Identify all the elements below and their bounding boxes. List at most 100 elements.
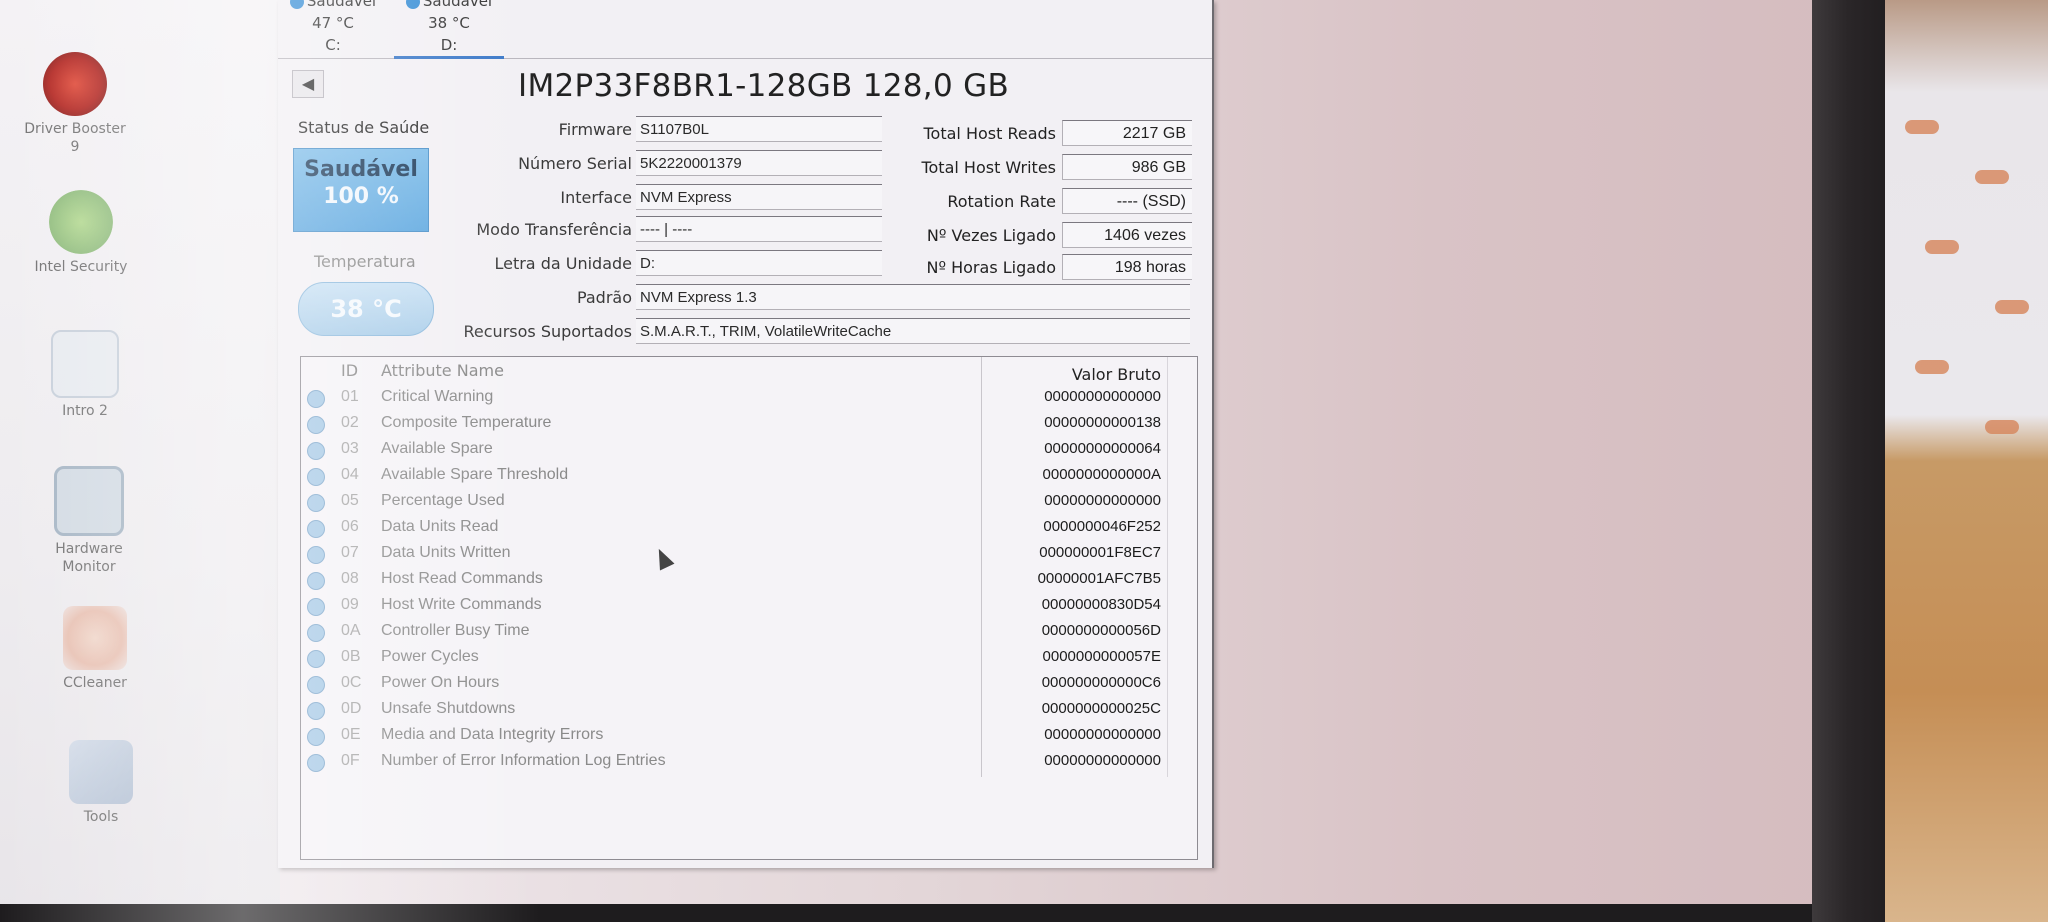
table-row[interactable]: 0C Power On Hours 000000000000C6 — [301, 671, 1167, 697]
table-row[interactable]: 03 Available Spare 00000000000064 — [301, 437, 1167, 463]
desktop-icon-label: Intel Security — [34, 259, 128, 275]
table-row[interactable]: 0E Media and Data Integrity Errors 0000000… — [301, 723, 1167, 749]
desktop-icon-label: Driver Booster 9 — [24, 121, 126, 155]
row-name: Host Write Commands — [381, 596, 542, 613]
row-name: Data Units Written — [381, 544, 511, 561]
taskbar-edge — [0, 904, 1812, 922]
row-raw: 00000000830D54 — [1041, 596, 1161, 613]
table-row[interactable]: 0B Power Cycles 0000000000057E — [301, 645, 1167, 671]
drive-letter-label: Letra da Unidade — [494, 254, 632, 273]
row-name: Available Spare Threshold — [381, 466, 569, 483]
tools-icon — [69, 740, 133, 804]
row-raw: 0000000000056D — [1041, 622, 1161, 639]
table-row[interactable]: 04 Available Spare Threshold 0000000000000… — [301, 463, 1167, 489]
driver-booster-icon — [43, 52, 107, 116]
table-row[interactable]: 02 Composite Temperature 00000000000138 — [301, 411, 1167, 437]
row-name: Number of Error Information Log Entries — [381, 752, 666, 769]
table-row[interactable]: 06 Data Units Read 0000000046F252 — [301, 515, 1167, 541]
row-raw: 0000000000025C — [1041, 700, 1161, 717]
status-dot-icon — [307, 572, 325, 590]
status-dot-icon — [307, 390, 325, 408]
row-id: 09 — [341, 596, 359, 613]
serial-label: Número Serial — [518, 154, 632, 173]
drive-letter-value: D: — [636, 250, 882, 276]
tab-temp: 47 °C — [312, 14, 354, 32]
desktop-icon-label: Tools — [83, 809, 119, 825]
table-row[interactable]: 0D Unsafe Shutdowns 0000000000025C — [301, 697, 1167, 723]
features-value: S.M.A.R.T., TRIM, VolatileWriteCache — [636, 318, 1190, 344]
status-dot-icon — [307, 494, 325, 512]
fire-icon — [63, 606, 127, 670]
total-host-reads-label: Total Host Reads — [923, 124, 1056, 143]
row-raw: 00000000000064 — [1044, 440, 1161, 457]
row-id: 0A — [341, 622, 361, 639]
table-row[interactable]: 0A Controller Busy Time 0000000000056D — [301, 619, 1167, 645]
status-dot-icon — [289, 0, 304, 9]
tools-shortcut[interactable]: Tools — [46, 740, 156, 826]
row-id: 01 — [341, 388, 359, 405]
tab-drive-d[interactable]: Saudável 38 °C D: — [394, 0, 504, 59]
features-label: Recursos Suportados — [463, 322, 632, 341]
row-id: 0C — [341, 674, 362, 691]
chip-icon — [54, 466, 124, 536]
intel-security-shortcut[interactable]: Intel Security — [26, 190, 136, 276]
status-dot-icon — [307, 728, 325, 746]
row-raw: 00000001AFC7B5 — [1037, 570, 1161, 587]
firmware-label: Firmware — [558, 120, 632, 139]
health-status-label: Status de Saúde — [298, 118, 430, 137]
status-dot-icon — [307, 520, 325, 538]
intel-security-icon — [49, 190, 113, 254]
desktop: Driver Booster 9 Intel Security Intro 2 … — [0, 0, 280, 922]
header-raw-value[interactable]: Valor Bruto — [991, 365, 1161, 384]
health-percent: 100 % — [323, 184, 399, 209]
total-host-writes-label: Total Host Writes — [921, 158, 1056, 177]
row-name: Percentage Used — [381, 492, 505, 509]
row-raw: 00000000000000 — [1044, 492, 1161, 509]
table-row[interactable]: 01 Critical Warning 00000000000000 — [301, 385, 1167, 411]
row-id: 05 — [341, 492, 359, 509]
table-row[interactable]: 08 Host Read Commands 00000001AFC7B5 — [301, 567, 1167, 593]
row-id: 0E — [341, 726, 361, 743]
row-raw: 000000001F8EC7 — [1039, 544, 1161, 561]
ccleaner-shortcut[interactable]: CCleaner — [40, 606, 150, 692]
power-on-hours-label: Nº Horas Ligado — [926, 258, 1056, 277]
row-id: 08 — [341, 570, 359, 587]
music-shortcut[interactable]: Intro 2 — [30, 330, 140, 420]
row-raw: 00000000000000 — [1044, 726, 1161, 743]
standard-label: Padrão — [576, 288, 632, 307]
row-raw: 000000000000C6 — [1041, 674, 1161, 691]
previous-drive-button[interactable]: ◀ — [292, 70, 324, 98]
row-id: 0F — [341, 752, 360, 769]
table-row[interactable]: 07 Data Units Written 000000001F8EC7 — [301, 541, 1167, 567]
temperature-indicator: 38 °C — [298, 282, 434, 336]
row-id: 0B — [341, 648, 361, 665]
header-id[interactable]: ID — [341, 361, 358, 380]
header-attribute-name[interactable]: Attribute Name — [381, 361, 504, 380]
tab-temp: 38 °C — [428, 14, 470, 32]
row-raw: 0000000000000A — [1042, 466, 1161, 483]
smart-attributes-table[interactable]: ID Attribute Name Valor Bruto 01 Critical… — [300, 356, 1198, 860]
column-divider — [1167, 357, 1168, 777]
table-row[interactable]: 05 Percentage Used 00000000000000 — [301, 489, 1167, 515]
row-id: 02 — [341, 414, 359, 431]
rotation-rate-value: ---- (SSD) — [1062, 188, 1192, 214]
row-name: Data Units Read — [381, 518, 499, 535]
tab-drive-c[interactable]: Saudável 47 °C C: — [278, 0, 388, 56]
row-raw: 00000000000000 — [1044, 388, 1161, 405]
driver-booster-shortcut[interactable]: Driver Booster 9 — [20, 52, 130, 156]
row-name: Composite Temperature — [381, 414, 552, 431]
status-dot-icon — [307, 468, 325, 486]
row-id: 04 — [341, 466, 359, 483]
table-row[interactable]: 09 Host Write Commands 00000000830D54 — [301, 593, 1167, 619]
health-status-box: Saudável 100 % — [293, 148, 429, 232]
row-id: 0D — [341, 700, 362, 717]
row-raw: 00000000000000 — [1044, 752, 1161, 769]
desktop-icon-label: Hardware Monitor — [55, 541, 123, 575]
desktop-icon-label: CCleaner — [63, 675, 127, 691]
row-name: Unsafe Shutdowns — [381, 700, 516, 717]
table-row[interactable]: 0F Number of Error Information Log Entrie… — [301, 749, 1167, 775]
row-id: 07 — [341, 544, 359, 561]
drive-title: IM2P33F8BR1-128GB 128,0 GB — [518, 68, 1010, 104]
row-name: Controller Busy Time — [381, 622, 530, 639]
hardware-monitor-shortcut[interactable]: Hardware Monitor — [34, 466, 144, 576]
